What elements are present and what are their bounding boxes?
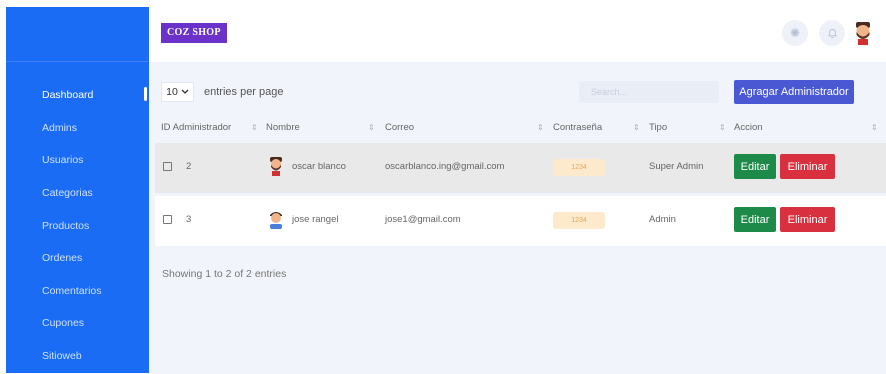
sort-icon[interactable]: ⇕ — [251, 123, 258, 132]
add-admin-button[interactable]: Agragar Administrador — [734, 80, 854, 104]
sort-icon[interactable]: ⇕ — [871, 123, 878, 132]
topbar: COZ SHOP ✺ — [149, 7, 886, 62]
user-avatar[interactable] — [850, 19, 876, 45]
sun-icon[interactable]: ✺ — [782, 20, 808, 46]
table-header: ID Administrador ⇕ Nombre ⇕ Correo ⇕ Con… — [155, 117, 886, 139]
sidebar-item-dashboard[interactable]: Dashboard — [6, 79, 149, 112]
row-checkbox[interactable] — [163, 162, 172, 171]
entries-control: 10 entries per page — [161, 82, 284, 102]
table-row: 3 jose rangel jose1@gmail.com 1234 Admin… — [155, 196, 886, 246]
sort-icon[interactable]: ⇕ — [537, 123, 544, 132]
sidebar-item-cupones[interactable]: Cupones — [6, 307, 149, 340]
sidebar: Dashboard Admins Usuarios Categorias Pro… — [6, 7, 149, 373]
column-header-nombre[interactable]: Nombre — [266, 122, 300, 133]
edit-button[interactable]: Editar — [734, 207, 776, 232]
cell-tipo: Super Admin — [649, 161, 704, 172]
entries-label: entries per page — [204, 86, 284, 98]
sidebar-item-comentarios[interactable]: Comentarios — [6, 275, 149, 308]
column-header-tipo[interactable]: Tipo — [649, 122, 667, 133]
cell-tipo: Admin — [649, 214, 676, 225]
main-content: 10 entries per page Search... Agragar Ad… — [149, 62, 886, 374]
column-header-contrasena[interactable]: Contraseña — [553, 122, 602, 133]
cell-nombre: jose rangel — [292, 214, 339, 225]
sidebar-logo-area — [6, 7, 149, 62]
sidebar-item-usuarios[interactable]: Usuarios — [6, 144, 149, 177]
table-row: 2 oscar blanco oscarblanco.ing@gmail.com… — [155, 143, 886, 193]
delete-button[interactable]: Eliminar — [780, 207, 835, 232]
sort-icon[interactable]: ⇕ — [719, 123, 726, 132]
sidebar-item-ordenes[interactable]: Ordenes — [6, 242, 149, 275]
user-avatar — [270, 212, 282, 229]
password-badge: 1234 — [553, 212, 605, 229]
column-header-id[interactable]: ID Administrador — [161, 122, 231, 133]
entries-value: 10 — [166, 86, 178, 98]
search-input[interactable]: Search... — [579, 81, 719, 103]
brand-logo[interactable]: COZ SHOP — [161, 23, 227, 43]
sidebar-item-categorias[interactable]: Categorias — [6, 177, 149, 210]
cell-correo: jose1@gmail.com — [385, 214, 461, 225]
password-badge: 1234 — [553, 159, 605, 176]
column-header-correo[interactable]: Correo — [385, 122, 414, 133]
user-avatar — [270, 157, 282, 176]
cell-id: 2 — [186, 161, 192, 172]
edit-button[interactable]: Editar — [734, 154, 776, 179]
sort-icon[interactable]: ⇕ — [368, 123, 375, 132]
sidebar-menu: Dashboard Admins Usuarios Categorias Pro… — [6, 79, 149, 372]
row-checkbox[interactable] — [163, 215, 172, 224]
sidebar-item-admins[interactable]: Admins — [6, 112, 149, 145]
entries-select[interactable]: 10 — [161, 82, 194, 102]
sidebar-item-productos[interactable]: Productos — [6, 209, 149, 242]
cell-nombre: oscar blanco — [292, 161, 346, 172]
delete-button[interactable]: Eliminar — [780, 154, 835, 179]
column-header-accion[interactable]: Accion — [734, 122, 763, 133]
cell-id: 3 — [186, 214, 192, 225]
pagination-info: Showing 1 to 2 of 2 entries — [162, 268, 287, 280]
chevron-down-icon — [181, 86, 189, 98]
bell-icon[interactable] — [819, 20, 845, 46]
sort-icon[interactable]: ⇕ — [633, 123, 640, 132]
cell-correo: oscarblanco.ing@gmail.com — [385, 161, 505, 172]
sidebar-item-sitioweb[interactable]: Sitioweb — [6, 340, 149, 373]
